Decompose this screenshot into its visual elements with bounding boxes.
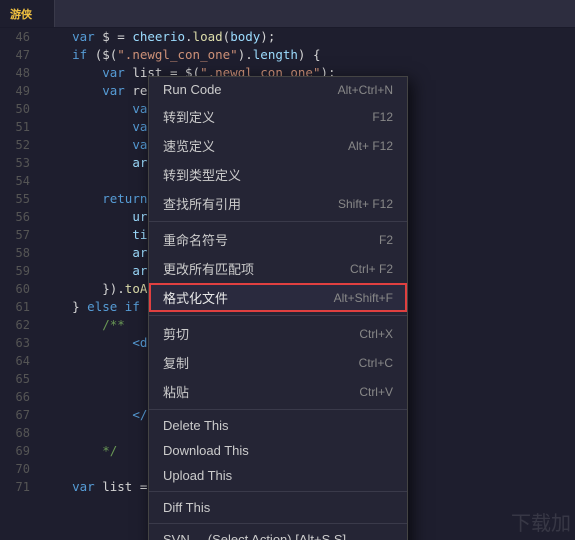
line-number: 59 (0, 262, 38, 280)
line-number: 61 (0, 298, 38, 316)
line-number: 71 (0, 478, 38, 496)
menu-item-shortcut: Alt+Shift+F (334, 291, 393, 305)
line-number: 49 (0, 82, 38, 100)
line-number: 48 (0, 64, 38, 82)
menu-item-upload-this[interactable]: Upload This (149, 463, 407, 488)
menu-item-goto-def[interactable]: 转到定义 F12 (149, 102, 407, 131)
menu-separator (149, 523, 407, 524)
editor-tab[interactable]: 游侠 (0, 0, 55, 27)
menu-item-label: Run Code (163, 82, 222, 97)
menu-separator (149, 315, 407, 316)
editor-area: 46 var $ = cheerio.load(body);47 if ($("… (0, 28, 575, 540)
menu-item-peek-def[interactable]: 速览定义 Alt+ F12 (149, 131, 407, 160)
line-number: 65 (0, 370, 38, 388)
code-line: 47 if ($(".newgl_con_one").length) { (0, 46, 575, 64)
line-number: 52 (0, 136, 38, 154)
menu-item-shortcut: F2 (379, 233, 393, 247)
menu-item-label: Download This (163, 443, 249, 458)
menu-item-delete-this[interactable]: Delete This (149, 413, 407, 438)
menu-item-label: 粘贴 (163, 382, 189, 401)
menu-item-shortcut: Alt+ F12 (348, 139, 393, 153)
watermark: 下载加 (511, 507, 571, 536)
line-content: return { (38, 190, 162, 208)
line-number: 60 (0, 280, 38, 298)
menu-item-label: 重命名符号 (163, 230, 228, 249)
menu-item-label: 剪切 (163, 324, 189, 343)
menu-item-label: 复制 (163, 353, 189, 372)
menu-item-label: Upload This (163, 468, 232, 483)
menu-item-shortcut: Ctrl+ F2 (350, 262, 393, 276)
menu-item-shortcut: Alt+Ctrl+N (338, 83, 393, 97)
menu-item-shortcut: Ctrl+X (359, 327, 393, 341)
menu-item-copy[interactable]: 复制 Ctrl+C (149, 348, 407, 377)
line-number: 69 (0, 442, 38, 460)
line-content: /** (38, 316, 125, 334)
menu-item-paste[interactable]: 粘贴 Ctrl+V (149, 377, 407, 406)
menu-item-label: Delete This (163, 418, 229, 433)
menu-item-label: 格式化文件 (163, 288, 228, 307)
menu-item-format[interactable]: 格式化文件 Alt+Shift+F (149, 283, 407, 312)
menu-item-svn-action[interactable]: SVN ... (Select Action) [Alt+S S] (149, 527, 407, 540)
line-number: 70 (0, 460, 38, 478)
line-content: url: (38, 208, 162, 226)
menu-item-find-refs[interactable]: 查找所有引用 Shift+ F12 (149, 189, 407, 218)
line-number: 57 (0, 226, 38, 244)
menu-item-label: 转到定义 (163, 107, 215, 126)
line-number: 64 (0, 352, 38, 370)
line-number: 47 (0, 46, 38, 64)
context-menu: Run Code Alt+Ctrl+N 转到定义 F12 速览定义 Alt+ F12 转到类… (148, 76, 408, 540)
line-number: 55 (0, 190, 38, 208)
menu-item-label: 更改所有匹配项 (163, 259, 254, 278)
line-content: */ (38, 442, 117, 460)
line-number: 46 (0, 28, 38, 46)
line-number: 62 (0, 316, 38, 334)
menu-item-label: 速览定义 (163, 136, 215, 155)
line-number: 53 (0, 154, 38, 172)
menu-item-goto-type[interactable]: 转到类型定义 (149, 160, 407, 189)
line-number: 67 (0, 406, 38, 424)
line-content (38, 460, 42, 478)
menu-separator (149, 491, 407, 492)
menu-item-rename[interactable]: 重命名符号 F2 (149, 225, 407, 254)
menu-item-shortcut: Ctrl+C (359, 356, 393, 370)
line-number: 68 (0, 424, 38, 442)
code-line: 46 var $ = cheerio.load(body); (0, 28, 575, 46)
menu-item-shortcut: F12 (372, 110, 393, 124)
line-number: 51 (0, 118, 38, 136)
js-icon: 游侠 (10, 6, 32, 22)
menu-item-label: Diff This (163, 500, 210, 515)
menu-separator (149, 409, 407, 410)
menu-item-download-this[interactable]: Download This (149, 438, 407, 463)
menu-item-label: SVN ... (Select Action) [Alt+S S] (163, 532, 346, 540)
menu-item-run-code[interactable]: Run Code Alt+Ctrl+N (149, 77, 407, 102)
menu-item-label: 查找所有引用 (163, 194, 241, 213)
line-content (38, 172, 42, 190)
menu-item-label: 转到类型定义 (163, 165, 241, 184)
menu-item-diff-this[interactable]: Diff This (149, 495, 407, 520)
menu-item-shortcut: Shift+ F12 (338, 197, 393, 211)
line-number: 66 (0, 388, 38, 406)
line-number: 58 (0, 244, 38, 262)
line-content: if ($(".newgl_con_one").length) { (38, 46, 321, 64)
menu-item-shortcut: Ctrl+V (359, 385, 393, 399)
line-number: 56 (0, 208, 38, 226)
line-number: 63 (0, 334, 38, 352)
line-content: var $ = cheerio.load(body); (38, 28, 275, 46)
menu-item-cut[interactable]: 剪切 Ctrl+X (149, 319, 407, 348)
line-content (38, 424, 42, 442)
menu-separator (149, 221, 407, 222)
line-number: 50 (0, 100, 38, 118)
menu-item-change-all[interactable]: 更改所有匹配项 Ctrl+ F2 (149, 254, 407, 283)
tab-bar: 游侠 (0, 0, 575, 28)
line-number: 54 (0, 172, 38, 190)
